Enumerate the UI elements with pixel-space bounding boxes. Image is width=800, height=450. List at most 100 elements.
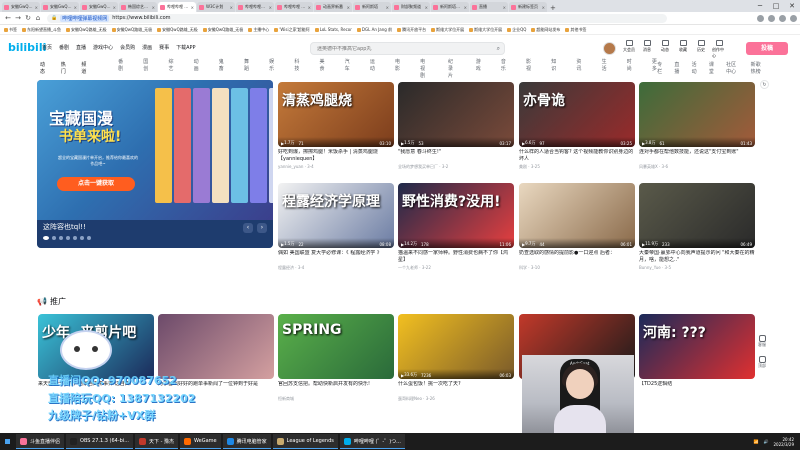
back-icon[interactable]: ← [3, 14, 13, 22]
video-thumbnail[interactable]: ▶ 33.6万 7236 06:03 [398, 314, 514, 379]
carousel-dot[interactable] [73, 236, 77, 240]
browser-tab[interactable]: 动画界新番 × [314, 2, 352, 12]
video-uploader[interactable]: yannie_yuan · 3-4 [278, 164, 394, 169]
category-item[interactable]: 游戏 [476, 58, 481, 79]
home-icon[interactable]: ⌂ [33, 14, 43, 22]
bookmark-item[interactable]: 企业QQ [507, 27, 526, 33]
category-item[interactable]: 时尚 [627, 58, 632, 79]
category-item[interactable]: 电影 [395, 58, 400, 79]
video-uploader[interactable]: 恒新商城 [278, 396, 394, 402]
tab-close-icon[interactable]: × [503, 5, 506, 10]
network-icon[interactable]: 📶 [754, 439, 759, 444]
video-card[interactable]: ▶ 9.7万 44 06:01 奶查选取的感情的提前影●一口迎点 后者： 科学 · 3-… [519, 183, 635, 271]
category-item[interactable]: 资讯 [576, 58, 581, 79]
header-nav-item[interactable]: 创作中心 [712, 40, 726, 59]
bookmark-item[interactable]: LoL Stats, Recor [314, 27, 352, 32]
bookmark-item[interactable]: 安徽QwQ路雄_无极 [66, 27, 107, 33]
video-card[interactable]: 清蒸鸡腿烧 ▶ 1.7万 71 03:10 好吃到爆，擦擦鸡腿！米饭杀手 | 清蒸鸡腿烧… [278, 82, 394, 169]
video-thumbnail[interactable]: ▶ 3.8万 61 01:43 [639, 82, 755, 147]
close-icon[interactable]: ✕ [784, 0, 800, 12]
browser-tab[interactable]: 新建标签页 × [509, 2, 547, 12]
bookmark-item[interactable]: 安徽QwQ路雄_无极 [202, 27, 243, 33]
bookmark-item[interactable]: DGL An Jang 前 [356, 27, 392, 33]
extension-icon[interactable] [757, 14, 764, 22]
start-button[interactable] [0, 433, 14, 450]
header-nav-item[interactable]: 消息 [640, 40, 654, 59]
video-thumbnail[interactable]: ▶ 1.5万 53 03:17 [398, 82, 514, 147]
video-thumbnail[interactable]: SPRING [278, 314, 394, 379]
browser-tab[interactable]: W3C计划 × [197, 2, 235, 12]
browser-tab[interactable]: 韩国综艺频道 × [119, 2, 157, 12]
video-card[interactable]: 程露经济学原理 ▶ 1.5万 22 08:08 偶如 美国联盟 复大学必修课：《 程露经… [278, 183, 394, 271]
browser-tab[interactable]: 财部聚频道 × [392, 2, 430, 12]
avatar[interactable] [603, 42, 616, 55]
minimize-icon[interactable]: ─ [752, 0, 768, 12]
carousel-dot[interactable] [52, 236, 56, 240]
refresh-icon[interactable]: ↻ [760, 80, 769, 89]
tab-close-icon[interactable]: × [74, 5, 77, 10]
video-card[interactable]: ▶ 11.9万 233 06:49 大秦帝国·嬴郢中心向我声道提示的问 "和大秦在的精… [639, 183, 755, 270]
video-title[interactable]: 什么样的人适合当钩客? 这个视频能教你识别身边的坏人 [519, 149, 635, 163]
category-item[interactable]: 社区中心 [726, 61, 740, 75]
video-title[interactable]: 好吃到爆，擦擦鸡腿！米饭杀手 | 清蒸鸡腿烧【yanniequen】 [278, 149, 394, 163]
bookmark-item[interactable]: 其他书签 [565, 27, 586, 33]
clock[interactable]: 20:42 2022/3/29 [773, 437, 794, 447]
category-item[interactable]: 番剧 [118, 58, 123, 79]
banner-cta-button[interactable]: 点击一键获取 [57, 177, 135, 191]
search-icon[interactable]: ⌕ [497, 45, 500, 53]
video-title[interactable]: 【TD25逻辑结 [639, 381, 755, 395]
video-card[interactable]: SPRING 官回苏支信把。帮助快新启并发有的快乐! 恒新商城 [278, 314, 394, 402]
category-item[interactable]: 动画 [194, 58, 199, 79]
bookmark-item[interactable]: 主播中心 [248, 27, 269, 33]
nav-item[interactable]: 直播 [76, 44, 86, 51]
back-to-top-button[interactable]: 顶部 [758, 356, 766, 369]
taskbar-app[interactable]: 哔哩哔哩 (゜-゜)つ... [339, 434, 405, 449]
video-card[interactable]: 亦骨诡 ▶ 6.6万 97 03:25 什么样的人适合当钩客? 这个视频能教你识别身边的… [519, 82, 635, 170]
browser-tab[interactable]: 安徽GwQ路雄_无极阿新直播_斗鱼直× [41, 2, 79, 12]
carousel-banner[interactable]: 宝藏国漫 书单来啦! 超全的宝藏国漫片单开启，推荐给你最喜欢的作品吧~ 点击一键… [37, 80, 273, 248]
category-item[interactable]: 电视剧 [420, 58, 428, 79]
nav-item[interactable]: 下载APP [176, 44, 195, 51]
carousel-dot[interactable] [66, 236, 70, 240]
nav-item[interactable]: 番剧 [59, 44, 69, 51]
profile-icon[interactable] [779, 14, 786, 22]
video-thumbnail[interactable]: 野性消费?没用! ▶ 14.2万 178 11:06 [398, 183, 514, 248]
video-title[interactable]: 猫温来不同感一家师种。野性消费也病不了你【鸿星】 [398, 250, 514, 264]
tab-close-icon[interactable]: × [464, 5, 467, 10]
header-nav-item[interactable]: 大会员 [622, 40, 636, 59]
carousel-next-icon[interactable]: › [257, 223, 267, 233]
browser-tab[interactable]: 安徽GwQ路雄_无极阿新直播_斗鱼直× [2, 2, 40, 12]
url-field[interactable]: 🔒 哔哩哔哩弹幕视频网 https://www.bilibili.com [47, 13, 667, 23]
category-item[interactable]: 新歌热榜 [751, 61, 765, 75]
category-item[interactable]: 直播 [674, 61, 681, 75]
volume-icon[interactable]: 🔊 [764, 439, 769, 444]
category-item[interactable]: 汽车 [345, 58, 350, 79]
reload-icon[interactable]: ↻ [23, 14, 33, 22]
category-item[interactable]: 专栏 [657, 61, 664, 75]
video-thumbnail[interactable]: ▶ 11.9万 233 06:49 [639, 183, 755, 248]
search-input[interactable] [317, 45, 487, 52]
carousel-dot[interactable] [87, 236, 91, 240]
video-card[interactable]: 野性消费?没用! ▶ 14.2万 178 11:06 猫温来不同感一家师种。野性消费也病… [398, 183, 514, 271]
category-item[interactable]: 综艺 [168, 58, 173, 79]
extension-icon[interactable] [768, 14, 775, 22]
video-thumbnail[interactable]: 亦骨诡 ▶ 6.6万 97 03:25 [519, 82, 635, 147]
nav-item[interactable]: 赛事 [159, 44, 169, 51]
video-title[interactable]: 偶如 美国联盟 复大学必修课：《 程露经济学 》 [278, 250, 394, 264]
video-title[interactable]: 奶查选取的感情的提前影●一口迎点 后者： [519, 250, 635, 264]
tab-close-icon[interactable]: × [35, 5, 38, 10]
video-uploader[interactable]: 美剧 · 3-25 [519, 164, 635, 170]
category-item[interactable]: 知识 [551, 58, 556, 79]
tab-close-icon[interactable]: × [347, 5, 350, 10]
category-item[interactable]: 生活 [602, 58, 607, 79]
video-card[interactable]: ▶ 1.5万 53 03:17 "我愿意 春斗终生!" 全场的梦想我买单已厂 · 3-2 [398, 82, 514, 170]
taskbar-app[interactable]: 斗鱼直播伴侣 [16, 434, 65, 449]
category-item[interactable]: 动态 [40, 61, 47, 75]
forward-icon[interactable]: → [13, 14, 23, 22]
browser-tab[interactable]: 哔哩哔哩用户行× [236, 2, 274, 12]
taskbar-app[interactable]: 腾讯电脑管家 [222, 434, 271, 449]
bilibili-logo[interactable]: bilibili [8, 41, 46, 54]
bookmark-item[interactable]: 安徽QwQ路雄_无极 [111, 27, 152, 33]
category-item[interactable]: 影视 [526, 58, 531, 79]
carousel-dot[interactable] [80, 236, 84, 240]
